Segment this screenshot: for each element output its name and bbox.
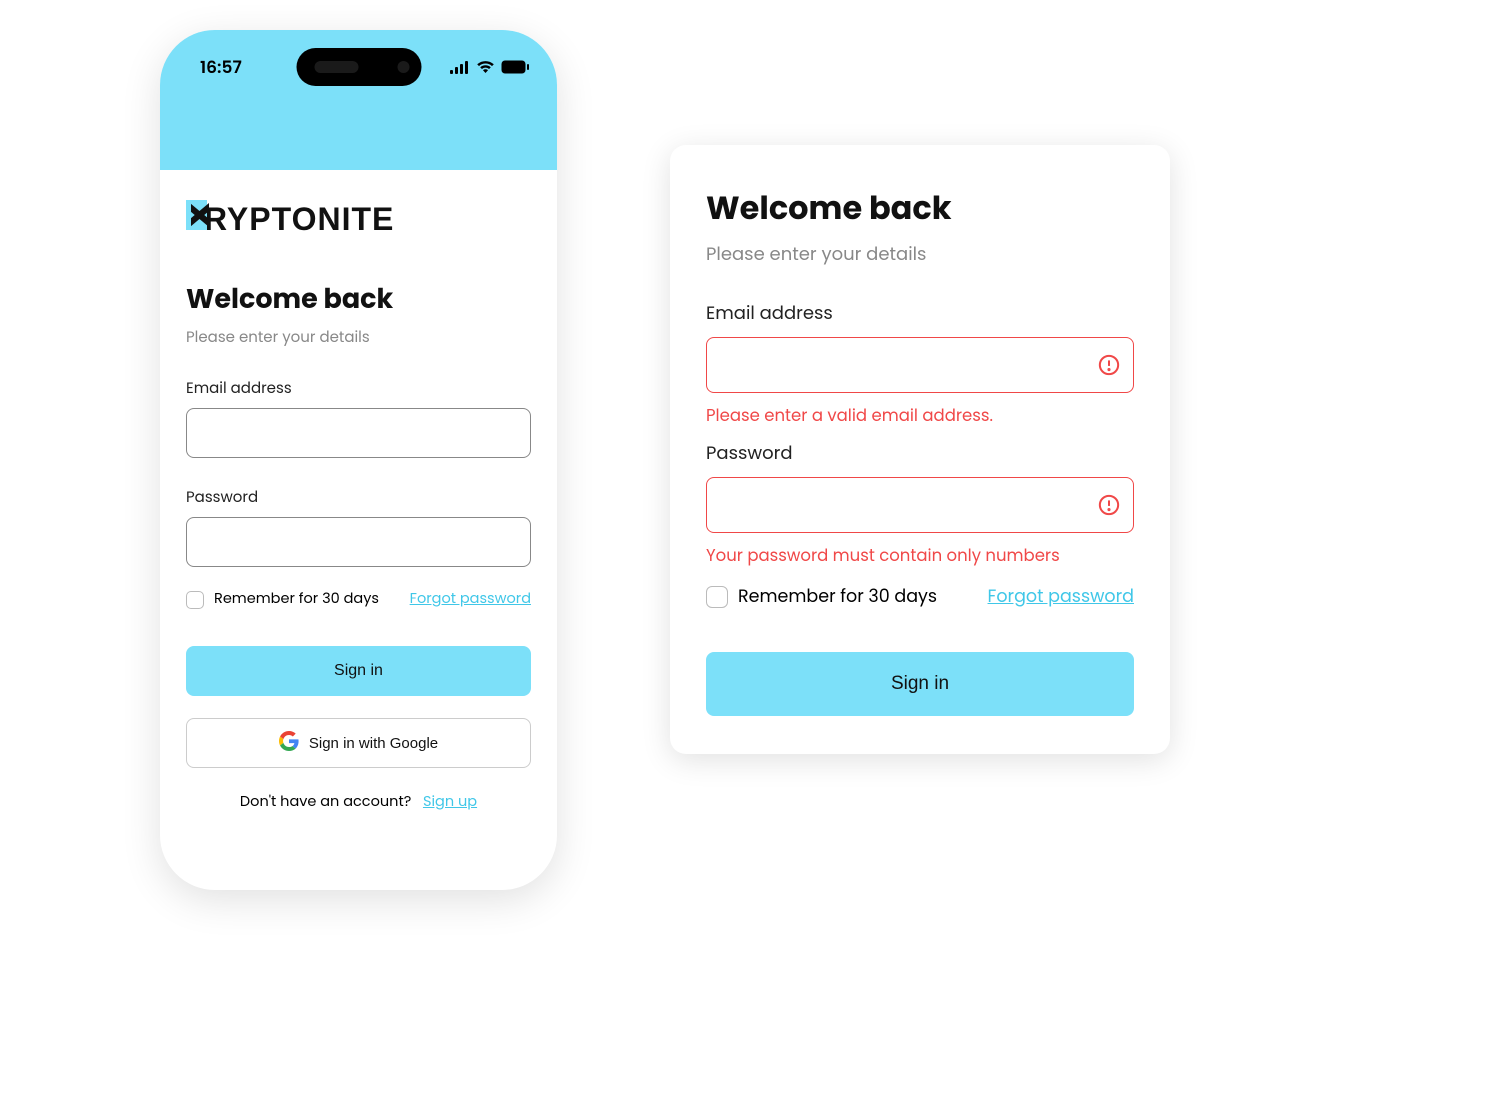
password-label: Password [706, 440, 1134, 467]
welcome-heading: Welcome back [186, 280, 531, 320]
email-error-message: Please enter a valid email address. [706, 403, 1134, 428]
email-field-group: Email address Please enter a valid email… [706, 300, 1134, 428]
sign-in-button[interactable]: Sign in [706, 652, 1134, 716]
welcome-subheading: Please enter your details [706, 241, 1134, 268]
checkbox-box[interactable] [186, 591, 204, 609]
email-label: Email address [186, 377, 531, 400]
wifi-icon [476, 60, 495, 74]
email-field-group: Email address [186, 377, 531, 458]
google-button-label: Sign in with Google [309, 735, 438, 752]
battery-icon [501, 60, 529, 74]
password-field-group: Password [186, 486, 531, 567]
password-input[interactable] [706, 477, 1134, 533]
error-icon [1098, 354, 1120, 376]
email-label: Email address [706, 300, 1134, 327]
remember-label: Remember for 30 days [214, 589, 379, 610]
no-account-text: Don't have an account? [240, 792, 411, 812]
status-time: 16:57 [200, 54, 242, 80]
phone-mockup: 16:57 RYPTONITE Welcome back Pl [160, 30, 557, 890]
email-input[interactable] [706, 337, 1134, 393]
brand-logo: RYPTONITE [186, 200, 531, 238]
dynamic-island [296, 48, 421, 86]
google-icon [279, 731, 299, 755]
remember-checkbox[interactable]: Remember for 30 days [706, 584, 937, 610]
email-input[interactable] [186, 408, 531, 458]
password-input[interactable] [186, 517, 531, 567]
error-icon [1098, 494, 1120, 516]
phone-header: 16:57 [160, 30, 557, 170]
sign-up-link[interactable]: Sign up [423, 792, 477, 812]
sign-in-button[interactable]: Sign in [186, 646, 531, 696]
brand-text: RYPTONITE [204, 201, 394, 238]
signup-row: Don't have an account? Sign up [186, 792, 531, 813]
forgot-password-link[interactable]: Forgot password [410, 589, 531, 610]
welcome-subheading: Please enter your details [186, 326, 531, 349]
forgot-password-link[interactable]: Forgot password [988, 584, 1134, 610]
google-sign-in-button[interactable]: Sign in with Google [186, 718, 531, 768]
login-card-error-state: Welcome back Please enter your details E… [670, 145, 1170, 754]
remember-label: Remember for 30 days [738, 584, 937, 610]
welcome-heading: Welcome back [706, 185, 1134, 233]
checkbox-box[interactable] [706, 586, 728, 608]
password-error-message: Your password must contain only numbers [706, 543, 1134, 568]
brand-mark [186, 200, 207, 230]
cellular-signal-icon [450, 61, 470, 74]
remember-checkbox[interactable]: Remember for 30 days [186, 589, 379, 610]
password-label: Password [186, 486, 531, 509]
password-field-group: Password Your password must contain only… [706, 440, 1134, 568]
